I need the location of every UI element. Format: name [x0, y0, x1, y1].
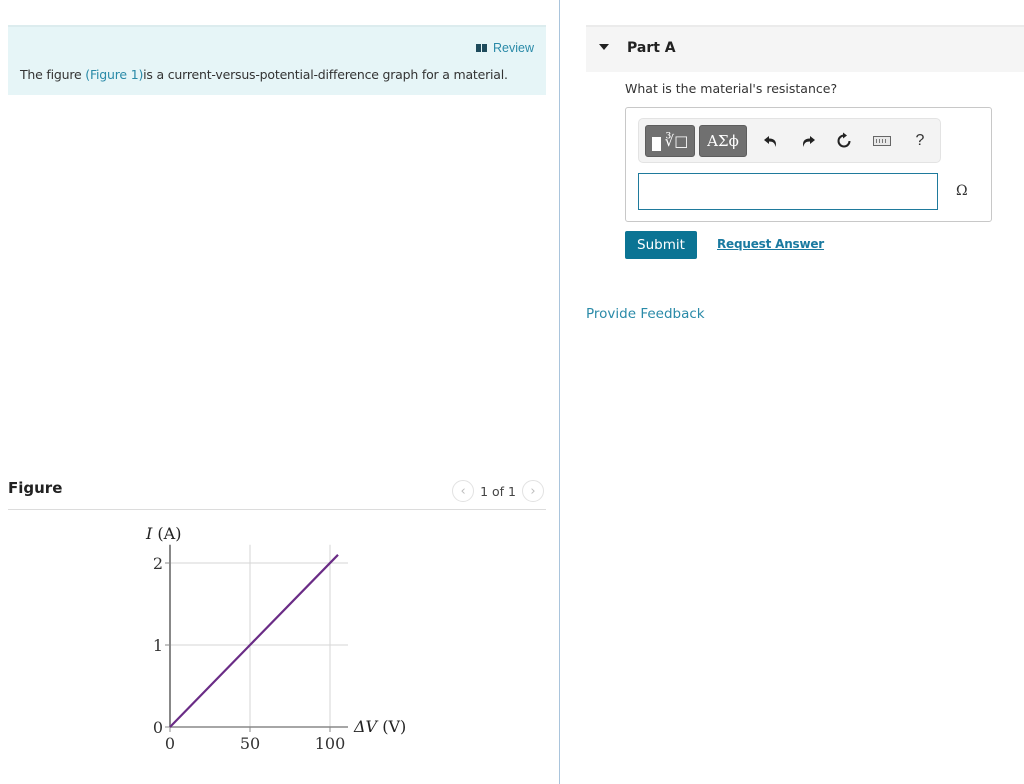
part-a-header[interactable]: Part A: [586, 25, 1024, 72]
root-template-icon: ∛□: [664, 132, 689, 150]
figure-header: Figure ‹ 1 of 1 ›: [8, 476, 546, 510]
reset-button[interactable]: [833, 130, 855, 152]
intro-text-after: is a current-versus-potential-difference…: [143, 67, 508, 82]
next-figure-button[interactable]: ›: [522, 480, 544, 502]
answer-input[interactable]: [638, 173, 938, 210]
provide-feedback-link[interactable]: Provide Feedback: [586, 306, 705, 322]
part-title: Part A: [627, 40, 676, 56]
undo-button[interactable]: [760, 130, 782, 152]
templates-button[interactable]: ∛□: [645, 125, 695, 157]
x-axis-label: ΔV (V): [353, 717, 406, 736]
submit-button[interactable]: Submit: [625, 231, 697, 259]
intro-box: Review The figure (Figure 1)is a current…: [8, 25, 546, 95]
unit-label: Ω: [956, 183, 968, 199]
y-tick-label: 0: [153, 718, 163, 737]
intro-text-before: The figure: [20, 67, 86, 82]
pane-divider[interactable]: [559, 0, 560, 784]
templates-icon: [651, 137, 661, 151]
figure-title: Figure: [8, 479, 63, 497]
chevron-left-icon: ‹: [460, 483, 466, 499]
y-tick-label: 2: [153, 554, 163, 573]
math-toolbar: ∛□ ΑΣϕ ?: [638, 118, 941, 163]
x-tick-label: 0: [165, 734, 175, 753]
redo-icon: [803, 136, 815, 147]
series-line: [169, 554, 339, 728]
iv-chart: 0 1 2 0 50 100 I (A) ΔV (V): [145, 524, 406, 753]
request-answer-link[interactable]: Request Answer: [717, 237, 824, 251]
question-text: What is the material's resistance?: [625, 81, 838, 96]
prev-figure-button[interactable]: ‹: [452, 480, 475, 502]
pager-text: 1 of 1: [480, 483, 516, 499]
greek-symbols-button[interactable]: ΑΣϕ: [699, 125, 747, 157]
figure-pager: ‹ 1 of 1 ›: [452, 480, 544, 502]
y-tick-label: 1: [153, 636, 163, 655]
undo-icon: [764, 136, 776, 147]
review-label: Review: [493, 41, 534, 55]
chevron-right-icon: ›: [530, 483, 536, 499]
review-link[interactable]: Review: [476, 41, 534, 55]
intro-text: The figure (Figure 1)is a current-versus…: [20, 67, 508, 82]
x-tick-label: 50: [240, 734, 260, 753]
keyboard-icon: [873, 136, 891, 146]
reset-icon: [837, 132, 851, 148]
book-icon: [476, 44, 487, 52]
help-button[interactable]: ?: [909, 130, 931, 152]
figure-link[interactable]: (Figure 1): [85, 67, 143, 82]
left-pane: Review The figure (Figure 1)is a current…: [0, 0, 559, 784]
y-axis-label: I (A): [145, 524, 181, 543]
x-tick-label: 100: [315, 734, 346, 753]
keyboard-button[interactable]: [871, 130, 893, 152]
collapse-caret-icon[interactable]: [599, 44, 609, 50]
chart-container: 0 1 2 0 50 100 I (A) ΔV (V): [120, 515, 440, 775]
redo-button[interactable]: [797, 130, 819, 152]
answer-box: ∛□ ΑΣϕ ? Ω: [625, 107, 992, 222]
